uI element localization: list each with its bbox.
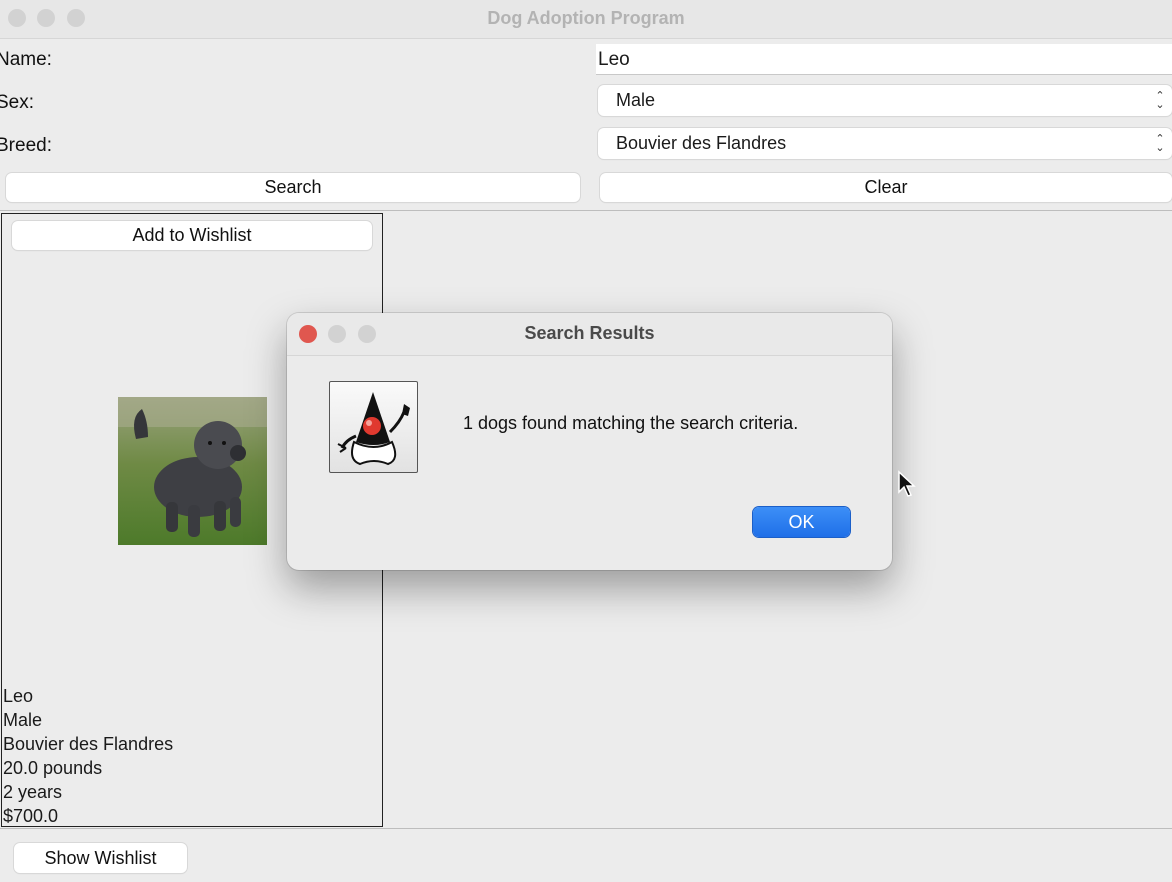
dog-weight: 20.0 pounds [3, 758, 103, 778]
show-wishlist-button[interactable]: Show Wishlist [14, 843, 187, 873]
updown-chevron-icon: ⌃ ⌄ [1155, 89, 1165, 111]
dog-price: $700.0 [3, 806, 59, 826]
breed-select-value: Bouvier des Flandres [616, 133, 787, 153]
sex-select-value: Male [616, 90, 656, 110]
dog-breed: Bouvier des Flandres [3, 734, 174, 754]
breed-label: Breed: [0, 135, 52, 156]
clear-button[interactable]: Clear [600, 173, 1172, 202]
sex-label: Sex: [0, 92, 35, 113]
ok-button[interactable]: OK [753, 507, 850, 537]
breed-select[interactable]: Bouvier des Flandres ⌃ ⌄ [598, 128, 1172, 159]
dog-sex: Male [3, 710, 43, 730]
dog-age: 2 years [3, 782, 63, 802]
mouse-cursor-icon [897, 470, 917, 500]
footer-divider [0, 828, 1172, 829]
dog-photo [118, 397, 267, 545]
dialog-message: 1 dogs found matching the search criteri… [463, 413, 799, 433]
dog-details: Leo Male Bouvier des Flandres 20.0 pound… [3, 684, 173, 828]
add-to-wishlist-button[interactable]: Add to Wishlist [12, 221, 372, 250]
search-results-dialog: Search Results 1 dogs found matching the… [287, 313, 892, 570]
dog-name: Leo [3, 686, 34, 706]
java-duke-icon [329, 381, 418, 473]
name-input[interactable]: Leo [596, 44, 1172, 75]
dialog-title: Search Results [524, 323, 655, 343]
search-button[interactable]: Search [6, 173, 580, 202]
results-top-divider [0, 210, 1172, 211]
updown-chevron-icon: ⌃ ⌄ [1155, 132, 1165, 154]
name-label: Name: [0, 49, 52, 70]
window-title: Dog Adoption Program [487, 8, 685, 28]
window-titlebar: Dog Adoption Program [0, 0, 1172, 39]
dialog-titlebar: Search Results [287, 313, 892, 356]
sex-select[interactable]: Male ⌃ ⌄ [598, 85, 1172, 116]
